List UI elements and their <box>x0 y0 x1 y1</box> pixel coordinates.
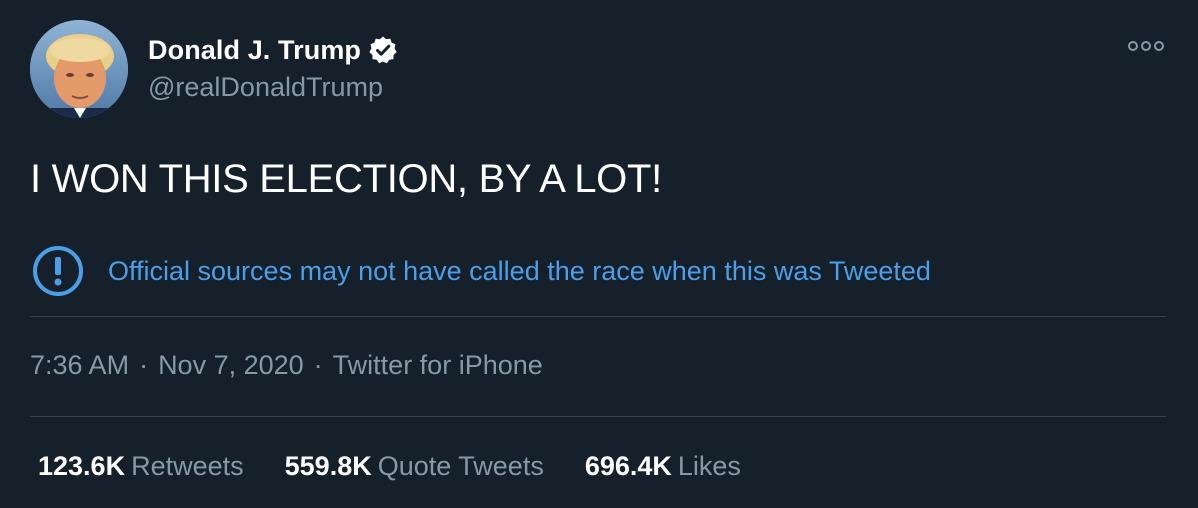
tweet-meta: 7:36 AM · Nov 7, 2020 · Twitter for iPhone <box>30 350 543 381</box>
quote-tweets-count: 559.8K <box>284 451 372 481</box>
divider <box>30 416 1166 417</box>
tweet-text: I WON THIS ELECTION, BY A LOT! <box>30 157 662 201</box>
tweet-card: Donald J. Trump @realDonaldTrump I WON T… <box>0 0 1198 508</box>
tweet-source[interactable]: Twitter for iPhone <box>333 350 543 380</box>
meta-separator: · <box>139 350 149 380</box>
quote-tweets-label: Quote Tweets <box>377 451 544 481</box>
author-name-row: Donald J. Trump <box>148 33 398 67</box>
retweets-count: 123.6K <box>38 451 126 481</box>
likes-count: 696.4K <box>584 451 672 481</box>
more-options-icon[interactable] <box>1128 38 1164 54</box>
divider <box>30 316 1166 317</box>
avatar-portrait-icon <box>30 20 128 118</box>
author-handle[interactable]: @realDonaldTrump <box>148 72 383 103</box>
tweet-time[interactable]: 7:36 AM <box>30 350 129 380</box>
election-notice[interactable]: Official sources may not have called the… <box>32 245 931 297</box>
avatar[interactable] <box>30 20 128 118</box>
election-notice-text[interactable]: Official sources may not have called the… <box>108 256 931 287</box>
likes-stat[interactable]: 696.4K Likes <box>585 451 741 482</box>
likes-label: Likes <box>677 451 741 481</box>
author-display-name[interactable]: Donald J. Trump <box>148 35 361 66</box>
verified-badge-icon <box>368 35 398 65</box>
tweet-stats: 123.6K Retweets 559.8K Quote Tweets 696.… <box>38 451 741 482</box>
quote-tweets-stat[interactable]: 559.8K Quote Tweets <box>285 451 544 482</box>
meta-separator: · <box>313 350 323 380</box>
retweets-label: Retweets <box>131 451 244 481</box>
tweet-date[interactable]: Nov 7, 2020 <box>158 350 304 380</box>
exclamation-circle-icon <box>32 245 84 297</box>
retweets-stat[interactable]: 123.6K Retweets <box>38 451 244 482</box>
